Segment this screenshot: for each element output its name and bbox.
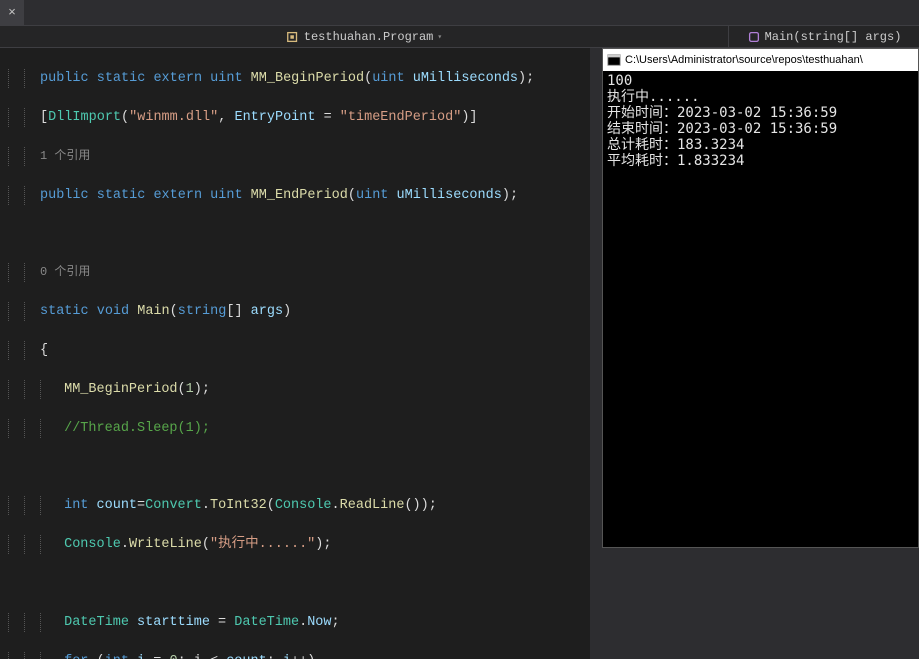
- breadcrumb-method-label: Main(string[] args): [765, 30, 902, 44]
- console-title-text: C:\Users\Administrator\source\repos\test…: [625, 54, 863, 66]
- codelens-references[interactable]: 1 个引用: [40, 149, 90, 163]
- console-output: 100执行中......开始时间：2023-03-02 15:36:59结束时间…: [603, 71, 918, 171]
- console-line: 100: [607, 73, 914, 89]
- breadcrumb-class-dropdown[interactable]: testhuahan.Program ▾: [0, 26, 729, 47]
- console-window[interactable]: C:\Users\Administrator\source\repos\test…: [602, 48, 919, 548]
- chevron-down-icon: ▾: [437, 32, 442, 42]
- console-line: 总计耗时：183.3234: [607, 137, 914, 153]
- breadcrumb-class-label: testhuahan.Program: [304, 30, 434, 44]
- code-editor[interactable]: public static extern uint MM_BeginPeriod…: [0, 48, 590, 659]
- close-tab-button[interactable]: ×: [0, 0, 24, 26]
- console-line: 执行中......: [607, 89, 914, 105]
- console-line: 结束时间：2023-03-02 15:36:59: [607, 121, 914, 137]
- tab-bar: ×: [0, 0, 919, 26]
- code-content: public static extern uint MM_BeginPeriod…: [0, 48, 590, 659]
- class-icon: [286, 30, 300, 44]
- method-icon: [747, 30, 761, 44]
- console-line: 开始时间：2023-03-02 15:36:59: [607, 105, 914, 121]
- breadcrumb-method-dropdown[interactable]: Main(string[] args): [729, 26, 919, 47]
- breadcrumb-bar: testhuahan.Program ▾ Main(string[] args): [0, 26, 919, 48]
- console-titlebar[interactable]: C:\Users\Administrator\source\repos\test…: [603, 49, 918, 71]
- console-icon: [607, 53, 621, 67]
- console-line: 平均耗时：1.833234: [607, 153, 914, 169]
- codelens-references[interactable]: 0 个引用: [40, 265, 90, 279]
- close-icon: ×: [8, 5, 16, 20]
